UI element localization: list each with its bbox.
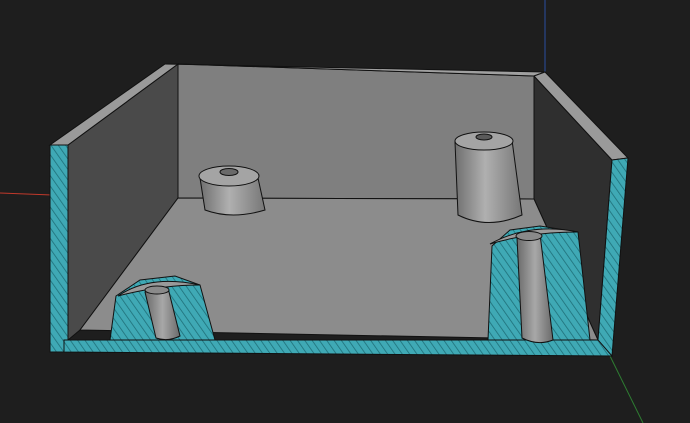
boss-back-right [454,131,523,223]
front-floor-section [63,339,613,357]
boss-front-right-section [487,225,591,344]
3d-viewport[interactable] [0,0,690,423]
boss-back-left [198,165,266,216]
viewport-canvas [0,0,644,423]
left-wall-section [49,144,69,353]
enclosure-model[interactable] [48,63,630,358]
x-axis-line [0,192,53,196]
y-axis-line [609,355,644,423]
